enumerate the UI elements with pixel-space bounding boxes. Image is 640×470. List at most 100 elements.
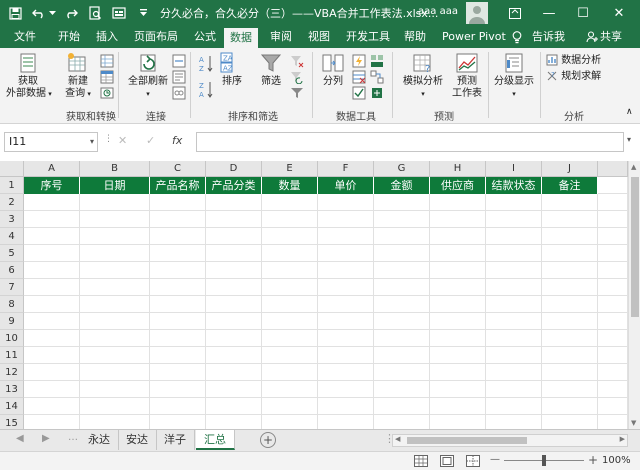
cell[interactable] [318,279,374,296]
cell[interactable] [24,415,80,429]
show-queries-icon[interactable] [100,54,114,68]
cell[interactable] [24,296,80,313]
share-icon[interactable] [586,26,598,48]
cell[interactable] [430,211,486,228]
scroll-right-icon[interactable]: ▶ [620,435,625,443]
cell[interactable] [262,296,318,313]
cell[interactable] [374,228,430,245]
cell[interactable] [262,330,318,347]
sheet-tab-anda[interactable]: 安达 [118,430,157,450]
row-header[interactable]: 10 [0,330,24,347]
cell[interactable] [486,262,542,279]
cell[interactable] [430,296,486,313]
cell[interactable] [374,313,430,330]
print-preview-icon[interactable] [86,4,104,22]
cell[interactable] [318,313,374,330]
cell[interactable] [542,279,598,296]
scroll-down-icon[interactable]: ▼ [631,419,636,427]
cell[interactable] [150,279,206,296]
cell[interactable] [150,415,206,429]
header-cell[interactable]: 序号 [24,177,80,194]
cell[interactable] [542,330,598,347]
cell[interactable] [80,381,150,398]
cell[interactable] [486,415,542,429]
header-cell[interactable]: 结款状态 [486,177,542,194]
cell[interactable] [80,296,150,313]
cell[interactable] [430,364,486,381]
scroll-left-icon[interactable]: ◀ [395,435,400,443]
cell[interactable] [150,194,206,211]
solver-button[interactable]: ? 规划求解 [546,70,601,83]
row-header[interactable]: 2 [0,194,24,211]
redo-icon[interactable] [62,4,80,22]
cell[interactable] [150,262,206,279]
header-cell[interactable]: 备注 [542,177,598,194]
cell[interactable] [430,194,486,211]
cell[interactable] [24,398,80,415]
cell[interactable] [486,364,542,381]
cell[interactable] [80,415,150,429]
cell[interactable] [24,330,80,347]
header-cell[interactable]: 金额 [374,177,430,194]
header-cell[interactable]: 单价 [318,177,374,194]
get-external-data-button[interactable]: 获取 外部数据 ▾ [6,52,52,100]
cell[interactable] [80,364,150,381]
column-header-a[interactable]: A [24,161,80,177]
cell[interactable] [150,245,206,262]
share-button[interactable]: 共享 [600,26,622,48]
cell[interactable] [150,211,206,228]
column-header-i[interactable]: I [486,161,542,177]
cell[interactable] [430,228,486,245]
cell[interactable] [598,245,628,262]
cell[interactable] [206,313,262,330]
minimize-button[interactable]: — [532,0,566,26]
cell[interactable] [598,228,628,245]
tab-view[interactable]: 视图 [308,26,330,48]
cell[interactable] [262,364,318,381]
cell[interactable] [318,330,374,347]
zoom-level[interactable]: 100% [602,455,631,466]
cell[interactable] [430,330,486,347]
close-button[interactable]: ✕ [602,0,636,26]
column-header-j[interactable]: J [542,161,598,177]
confirm-entry-button[interactable]: ✓ [146,134,155,147]
cell[interactable] [206,415,262,429]
header-cell[interactable]: 数量 [262,177,318,194]
from-table-icon[interactable] [100,70,114,84]
cell[interactable] [430,415,486,429]
column-header-overflow[interactable] [598,161,628,177]
cell[interactable] [374,398,430,415]
cell[interactable] [598,194,628,211]
tab-insert[interactable]: 插入 [96,26,118,48]
cell[interactable] [598,415,628,429]
cell[interactable] [206,279,262,296]
cell[interactable] [374,296,430,313]
cell[interactable] [80,398,150,415]
what-if-analysis-button[interactable]: ? 模拟分析 ▾ [400,52,446,100]
add-sheet-button[interactable]: + [260,432,276,448]
cell[interactable] [150,398,206,415]
zoom-slider-thumb[interactable] [542,455,546,466]
cell[interactable] [598,330,628,347]
cell[interactable] [430,313,486,330]
form-icon[interactable] [110,4,128,22]
vertical-scrollbar[interactable]: ▲ ▼ [628,161,640,429]
cell[interactable] [542,364,598,381]
data-model-icon[interactable] [370,86,384,100]
new-query-button[interactable]: 新建 查询 ▾ [60,52,96,100]
cell[interactable] [206,245,262,262]
cell[interactable] [598,313,628,330]
cell[interactable] [80,313,150,330]
tab-file[interactable]: 文件 [14,26,36,48]
cell[interactable] [318,245,374,262]
undo-icon[interactable] [30,4,48,22]
cell[interactable] [598,177,628,194]
sort-ascending-icon[interactable]: AZ [198,54,214,74]
cell[interactable] [206,262,262,279]
cell[interactable] [430,347,486,364]
normal-view-icon[interactable] [414,455,428,467]
data-analysis-button[interactable]: 数据分析 [546,54,601,67]
cell[interactable] [598,279,628,296]
cell[interactable] [598,381,628,398]
cell[interactable] [486,398,542,415]
